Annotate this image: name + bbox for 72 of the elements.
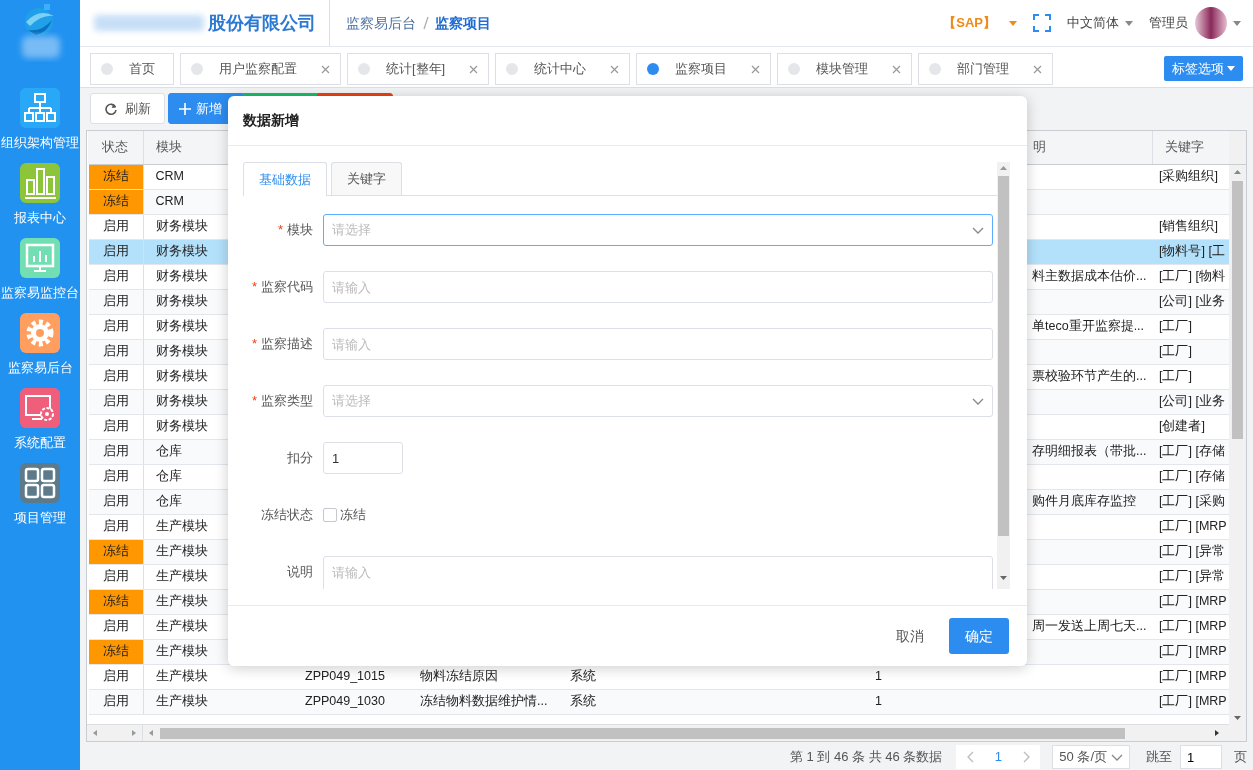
dialog-title: 数据新增 [228, 96, 1027, 146]
input-field[interactable]: 请输入 [323, 328, 993, 360]
page-tab[interactable]: 统计中心 [495, 53, 631, 85]
caret-icon [1008, 20, 1017, 26]
table-cell: ZPP049_1030 [293, 689, 408, 714]
language-switcher[interactable]: 中文简体 [1066, 13, 1133, 33]
breadcrumb-link[interactable]: 监察项目 [435, 12, 491, 34]
page-tab[interactable]: 统计[整年] [347, 53, 490, 85]
plus-icon [179, 102, 191, 115]
close-icon[interactable] [610, 64, 620, 74]
table-cell: 1 [863, 689, 1024, 714]
grid-icon [20, 463, 60, 503]
refresh-icon [105, 102, 117, 115]
user-menu[interactable]: 管理员 [1149, 7, 1241, 39]
jump-label: 跳至 [1146, 748, 1172, 767]
toolbar-button[interactable]: 刷新 [90, 93, 165, 124]
status-cell: 启用 [88, 439, 143, 464]
status-cell: 冻结 [88, 589, 143, 614]
chevron-down-icon [972, 397, 984, 405]
close-icon[interactable] [1033, 64, 1043, 74]
avatar [1194, 7, 1227, 39]
page-tab[interactable]: 模块管理 [777, 53, 913, 85]
column-header[interactable]: 明 [1032, 139, 1046, 154]
status-cell: 冻结 [88, 164, 143, 189]
dialog-tab[interactable]: 关键字 [331, 162, 402, 195]
dialog-tab[interactable]: 基础数据 [243, 162, 327, 196]
page-input[interactable]: 1 [1180, 745, 1222, 769]
status-cell: 冻结 [88, 189, 143, 214]
input-field[interactable]: 请输入 [323, 271, 993, 303]
input-field[interactable]: 1 [323, 442, 403, 474]
status-cell: 冻结 [88, 539, 143, 564]
page-tab[interactable]: 部门管理 [918, 53, 1054, 85]
page-size-select[interactable]: 50 条/页 [1052, 745, 1130, 769]
status-cell: 冻结 [88, 639, 143, 664]
company-name: 股份有限公司 [208, 11, 316, 35]
vertical-scrollbar[interactable] [997, 162, 1010, 589]
table-cell: 系统 [558, 689, 863, 714]
hierarchy-icon [20, 88, 60, 128]
caret-icon [1227, 66, 1235, 71]
breadcrumb-link[interactable]: 监察易后台 [346, 12, 416, 34]
cancel-button[interactable]: 取消 [881, 618, 939, 654]
gear-icon [20, 313, 60, 353]
close-icon[interactable] [751, 64, 761, 74]
chevron-right-icon [1022, 751, 1030, 763]
monitor-gear-icon [20, 388, 60, 428]
page-tab[interactable]: 用户监察配置 [180, 53, 341, 85]
close-icon[interactable] [321, 64, 330, 74]
table-cell: 冻结物料数据维护情... [408, 689, 558, 714]
status-cell: 启用 [88, 689, 143, 714]
chevron-left-icon [966, 751, 974, 763]
status-cell: 启用 [88, 289, 143, 314]
page-tab[interactable]: 首页 [90, 53, 174, 85]
table-cell: 生产模块 [143, 689, 293, 714]
chevron-down-icon [972, 226, 984, 234]
pagination-summary: 第 1 到 46 条 共 46 条数据 [789, 748, 943, 767]
separator-icon [422, 16, 429, 30]
status-cell: 启用 [88, 489, 143, 514]
page-tab[interactable]: 监察项目 [636, 53, 772, 85]
monitor-icon [20, 238, 60, 278]
caret-icon [1233, 20, 1241, 26]
checkbox[interactable]: 冻结 [323, 499, 367, 531]
fullscreen-icon[interactable] [1032, 14, 1051, 32]
page-unit-label: 页 [1234, 748, 1247, 767]
close-icon[interactable] [469, 64, 479, 74]
horizontal-scrollbar[interactable] [87, 724, 1246, 741]
status-cell: 启用 [88, 339, 143, 364]
column-header[interactable]: 模块 [155, 139, 182, 154]
status-cell: 启用 [88, 389, 143, 414]
chevron-down-icon [1111, 753, 1123, 761]
close-icon[interactable] [892, 64, 902, 74]
caret-icon [1125, 20, 1133, 26]
bar-chart-icon [20, 163, 60, 203]
